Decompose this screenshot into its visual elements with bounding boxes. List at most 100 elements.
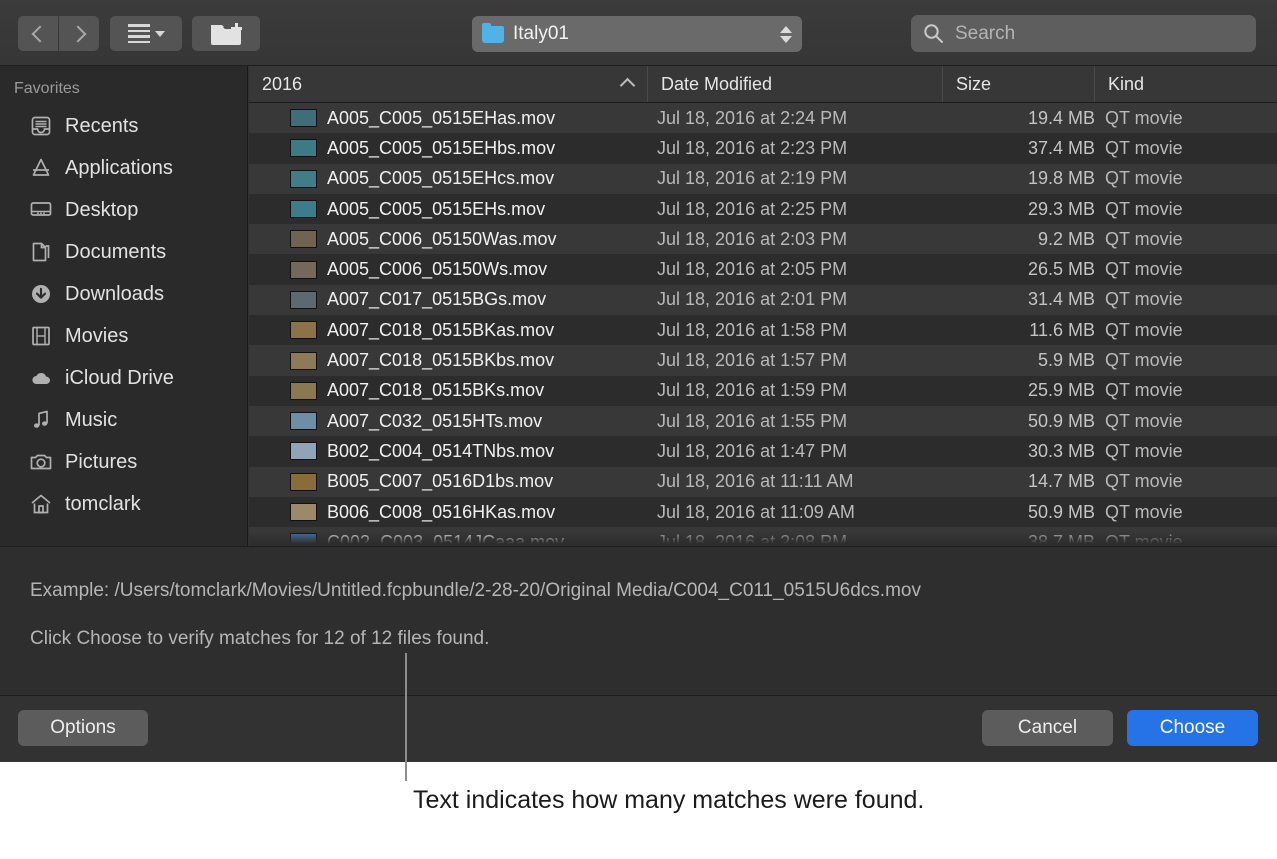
file-date-cell: Jul 18, 2016 at 2:25 PM — [657, 199, 937, 220]
file-size-cell: 29.3 MB — [949, 199, 1095, 220]
sidebar-item-label: Movies — [65, 325, 128, 348]
home-icon — [28, 492, 54, 516]
search-icon — [923, 23, 944, 44]
sidebar-item-label: iCloud Drive — [65, 367, 174, 390]
file-kind-cell: QT movie — [1105, 502, 1265, 523]
file-kind-cell: QT movie — [1105, 380, 1265, 401]
file-name-cell: A005_C006_05150Was.mov — [290, 229, 650, 250]
table-row[interactable]: A007_C018_0515BKas.movJul 18, 2016 at 1:… — [249, 315, 1277, 345]
file-size-cell: 19.4 MB — [949, 108, 1095, 129]
file-thumbnail-icon — [290, 200, 317, 218]
icloud-icon — [28, 366, 54, 390]
applications-icon — [28, 156, 54, 180]
file-date-cell: Jul 18, 2016 at 1:57 PM — [657, 350, 937, 371]
caret-up-icon — [620, 78, 636, 94]
choose-button[interactable]: Choose — [1127, 710, 1258, 746]
table-row[interactable]: A005_C005_0515EHbs.movJul 18, 2016 at 2:… — [249, 133, 1277, 163]
sidebar-item-documents[interactable]: Documents — [0, 231, 247, 273]
file-kind-cell: QT movie — [1105, 289, 1265, 310]
column-header-name[interactable]: 2016 — [249, 66, 648, 102]
table-row[interactable]: A005_C006_05150Ws.movJul 18, 2016 at 2:0… — [249, 254, 1277, 284]
file-name-cell: B006_C008_0516HKas.mov — [290, 502, 650, 523]
file-thumbnail-icon — [290, 412, 317, 430]
column-header-size-label: Size — [956, 74, 991, 95]
file-name-cell: A007_C018_0515BKs.mov — [290, 380, 650, 401]
file-name-cell: A005_C006_05150Ws.mov — [290, 259, 650, 280]
sidebar-item-desktop[interactable]: Desktop — [0, 189, 247, 231]
sidebar-item-list: Recents ApplicationsDesktop Documents Downl… — [0, 105, 247, 525]
list-view-icon — [128, 24, 165, 43]
column-header-date-modified[interactable]: Date Modified — [648, 66, 943, 102]
forward-button[interactable] — [59, 16, 99, 51]
file-thumbnail-icon — [290, 170, 317, 188]
sidebar-item-tomclark[interactable]: tomclark — [0, 483, 247, 525]
cancel-button[interactable]: Cancel — [982, 710, 1113, 746]
back-button[interactable] — [18, 16, 58, 51]
file-name-label: A005_C005_0515EHs.mov — [327, 199, 545, 220]
table-row[interactable]: B002_C004_0514TNbs.movJul 18, 2016 at 1:… — [249, 436, 1277, 466]
view-options-button[interactable] — [110, 16, 182, 51]
file-thumbnail-icon — [290, 321, 317, 339]
table-row[interactable]: A007_C018_0515BKbs.movJul 18, 2016 at 1:… — [249, 345, 1277, 375]
sidebar-item-label: Recents — [65, 115, 138, 138]
sidebar-item-label: Documents — [65, 241, 166, 264]
search-field[interactable] — [911, 15, 1256, 52]
table-row[interactable]: B005_C007_0516D1bs.movJul 18, 2016 at 11… — [249, 467, 1277, 497]
table-row[interactable]: C002_C003_0514JCaaa.mov Jul 18, 2016 at 2… — [249, 527, 1277, 546]
sidebar-item-downloads[interactable]: Downloads — [0, 273, 247, 315]
file-size-cell: 31.4 MB — [949, 289, 1095, 310]
sidebar-item-applications[interactable]: Applications — [0, 147, 247, 189]
table-row[interactable]: A005_C005_0515EHcs.movJul 18, 2016 at 2:… — [249, 164, 1277, 194]
search-input[interactable] — [953, 22, 1244, 46]
sidebar-item-icloud-drive[interactable]: iCloud Drive — [0, 357, 247, 399]
table-row[interactable]: A007_C018_0515BKs.mov Jul 18, 2016 at 1:5… — [249, 376, 1277, 406]
file-name-cell: A007_C032_0515HTs.mov — [290, 411, 650, 432]
file-size-cell: 38.7 MB — [949, 532, 1095, 546]
file-date-cell: Jul 18, 2016 at 2:03 PM — [657, 229, 937, 250]
file-kind-cell: QT movie — [1105, 229, 1265, 250]
table-row[interactable]: B006_C008_0516HKas.movJul 18, 2016 at 11… — [249, 497, 1277, 527]
table-row[interactable]: A005_C005_0515EHs.mov Jul 18, 2016 at 2:2… — [249, 194, 1277, 224]
table-row[interactable]: A005_C006_05150Was.mov Jul 18, 2016 at 2:… — [249, 224, 1277, 254]
file-name-cell: C002_C003_0514JCaaa.mov — [290, 532, 650, 546]
table-row[interactable]: A007_C032_0515HTs.movJul 18, 2016 at 1:5… — [249, 406, 1277, 436]
file-size-cell: 11.6 MB — [949, 320, 1095, 341]
button-bar: Options Cancel Choose — [0, 695, 1277, 762]
file-name-label: B005_C007_0516D1bs.mov — [327, 471, 553, 492]
file-name-label: A005_C005_0515EHas.mov — [327, 108, 555, 129]
column-header-kind[interactable]: Kind — [1095, 66, 1277, 102]
file-thumbnail-icon — [290, 533, 317, 546]
path-popup-button[interactable]: Italy01 — [472, 16, 802, 52]
file-date-cell: Jul 18, 2016 at 1:47 PM — [657, 441, 937, 462]
file-date-cell: Jul 18, 2016 at 1:59 PM — [657, 380, 937, 401]
up-down-stepper-icon — [780, 26, 792, 43]
desktop-icon — [28, 198, 54, 222]
file-name-label: A005_C005_0515EHbs.mov — [327, 138, 555, 159]
file-date-cell: Jul 18, 2016 at 2:08 PM — [657, 532, 937, 546]
match-status-text: Click Choose to verify matches for 12 of… — [30, 628, 489, 650]
options-button[interactable]: Options — [18, 710, 148, 746]
toolbar: Italy01 — [0, 0, 1277, 66]
sidebar-item-recents[interactable]: Recents — [0, 105, 247, 147]
file-thumbnail-icon — [290, 382, 317, 400]
file-name-label: A005_C006_05150Ws.mov — [327, 259, 547, 280]
file-thumbnail-icon — [290, 139, 317, 157]
sidebar-item-label: Downloads — [65, 283, 164, 306]
file-thumbnail-icon — [290, 291, 317, 309]
sidebar-item-music[interactable]: Music — [0, 399, 247, 441]
folder-icon — [482, 26, 504, 43]
column-header-size[interactable]: Size — [943, 66, 1095, 102]
file-kind-cell: QT movie — [1105, 411, 1265, 432]
file-kind-cell: QT movie — [1105, 471, 1265, 492]
table-row[interactable]: A005_C005_0515EHas.movJul 18, 2016 at 2:… — [249, 103, 1277, 133]
file-name-label: A005_C005_0515EHcs.mov — [327, 168, 554, 189]
chevron-left-icon — [31, 25, 48, 42]
file-name-label: C002_C003_0514JCaaa.mov — [327, 532, 564, 546]
sidebar-item-label: Pictures — [65, 451, 137, 474]
sidebar-item-movies[interactable]: Movies — [0, 315, 247, 357]
table-row[interactable]: A007_C017_0515BGs.movJul 18, 2016 at 2:0… — [249, 285, 1277, 315]
new-folder-button[interactable] — [192, 16, 260, 51]
column-header-kind-label: Kind — [1108, 74, 1144, 95]
sidebar-item-pictures[interactable]: Pictures — [0, 441, 247, 483]
file-name-cell: A007_C017_0515BGs.mov — [290, 289, 650, 310]
